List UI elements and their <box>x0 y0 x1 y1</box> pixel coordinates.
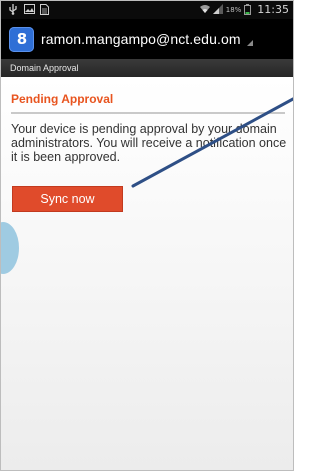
action-bar: 8 ramon.mangampo@nct.edu.om <box>1 19 293 59</box>
dropdown-corner-icon[interactable] <box>246 40 253 46</box>
clock: 11:35 <box>257 3 289 16</box>
status-bar: 18% 11:35 <box>1 1 293 19</box>
system-indicators: 18% 11:35 <box>199 3 289 16</box>
screen-title: Domain Approval <box>1 59 293 77</box>
image-icon <box>24 4 35 15</box>
section-title: Pending Approval <box>11 92 114 106</box>
pending-message: Your device is pending approval by your … <box>11 122 287 164</box>
account-selector[interactable]: ramon.mangampo@nct.edu.om <box>41 31 241 47</box>
sync-now-button[interactable]: Sync now <box>12 186 123 212</box>
signal-icon <box>212 4 223 15</box>
wifi-icon <box>199 4 210 15</box>
phone-screen: 18% 11:35 8 ramon.mangampo@nct.edu.om Do… <box>0 0 294 471</box>
app-logo-icon[interactable]: 8 <box>9 26 34 52</box>
file-icon <box>40 4 50 15</box>
svg-text:8: 8 <box>16 30 26 48</box>
main-content: Pending Approval Your device is pending … <box>1 77 293 470</box>
section-divider <box>11 112 285 114</box>
notification-icons <box>8 4 50 15</box>
battery-icon <box>244 4 254 15</box>
usb-icon <box>8 4 18 15</box>
floating-edge-handle[interactable] <box>1 222 19 274</box>
battery-percent: 18% <box>225 5 242 14</box>
